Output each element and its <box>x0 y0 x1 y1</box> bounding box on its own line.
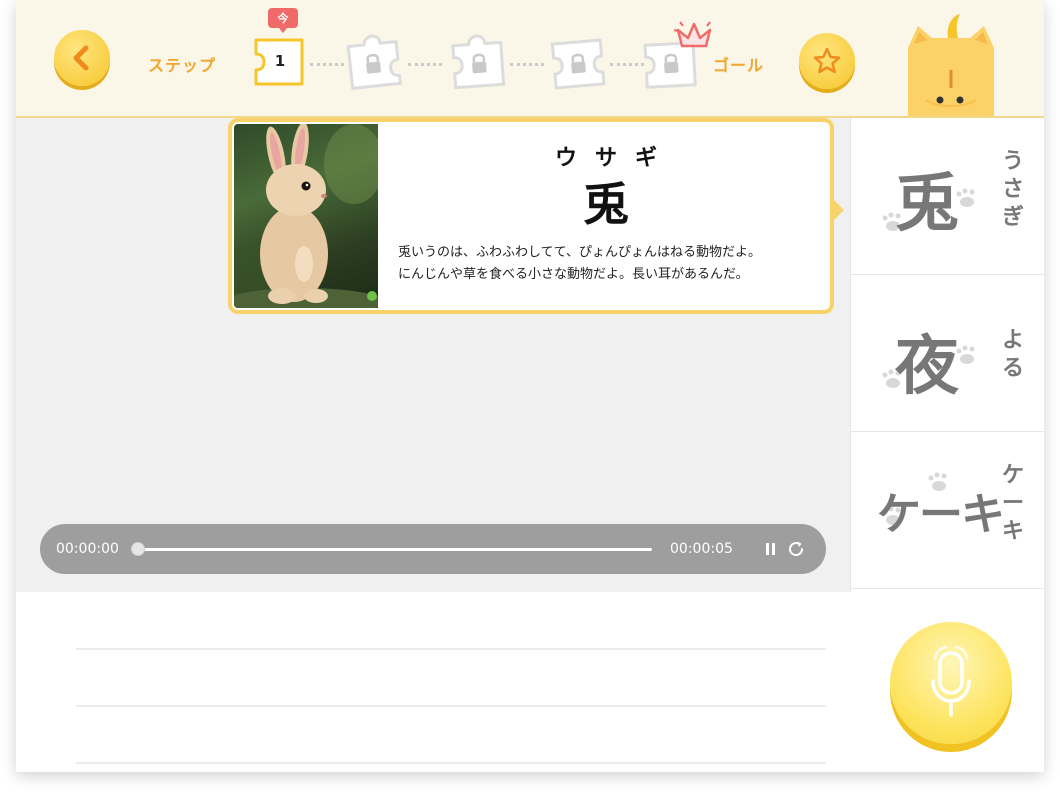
step-piece-locked <box>343 31 405 93</box>
back-button[interactable] <box>54 30 110 86</box>
audio-seek-bar[interactable] <box>131 542 652 556</box>
chevron-left-icon <box>73 45 89 71</box>
pause-icon <box>765 543 769 555</box>
step-label: ステップ <box>148 56 217 75</box>
star-icon <box>813 47 841 74</box>
word-list-item[interactable]: 夜 よる <box>851 275 1044 432</box>
rabbit-image <box>234 124 378 308</box>
word-list-main: 兎 <box>895 167 959 241</box>
total-time: 00:00:05 <box>670 541 733 557</box>
step-connector <box>310 63 344 66</box>
answer-line <box>76 762 826 764</box>
word-list: 兎 うさぎ 夜 よる ケーキ ケーキ <box>850 118 1044 592</box>
microphone-icon <box>931 645 971 717</box>
step-connector <box>610 63 644 66</box>
cat-mascot-icon <box>908 14 994 116</box>
word-list-item[interactable]: ケーキ ケーキ <box>851 432 1044 589</box>
current-step-number: 1 <box>274 52 286 70</box>
word-list-item[interactable]: 兎 うさぎ <box>851 118 1044 275</box>
word-description: 兎いうのは、ふわふわしてて、ぴょんぴょんはねる動物だよ。 にんじんや草を食べる小… <box>398 242 828 286</box>
word-list-kana: よる <box>1001 328 1024 381</box>
microphone-button[interactable] <box>890 622 1012 744</box>
step-piece-locked <box>548 32 609 93</box>
word-list-kana: ケーキ <box>1001 463 1024 544</box>
description-line: 兎いうのは、ふわふわしてて、ぴょんぴょんはねる動物だよ。 <box>398 245 761 260</box>
word-card: ウサギ 兎 兎いうのは、ふわふわしてて、ぴょんぴょんはねる動物だよ。 にんじんや… <box>228 118 844 314</box>
step-connector <box>510 63 544 66</box>
pause-button[interactable] <box>762 540 778 558</box>
step-piece-locked <box>448 32 508 92</box>
word-kanji: 兎 <box>583 177 629 231</box>
replay-icon[interactable] <box>786 539 806 559</box>
word-list-kana: うさぎ <box>1001 149 1024 230</box>
audio-seek-thumb[interactable] <box>131 542 145 556</box>
word-list-main: 夜 <box>895 330 959 404</box>
star-button[interactable] <box>799 33 855 89</box>
description-line: にんじんや草を食べる小さな動物だよ。長い耳があるんだ。 <box>398 267 749 282</box>
current-time: 00:00:00 <box>56 541 119 557</box>
current-step-badge: 今 <box>268 8 298 33</box>
word-list-main: ケーキ <box>877 489 1005 540</box>
answer-area <box>16 592 1044 772</box>
crown-icon <box>673 21 712 48</box>
answer-line <box>76 705 826 707</box>
progress-header: ステップ 今 1 ゴール <box>16 0 1044 118</box>
answer-line <box>76 648 826 650</box>
app-frame: ステップ 今 1 ゴール ウサギ 兎 兎いうのは、ふわふわしてて、ぴょんぴょんは… <box>16 0 1044 772</box>
goal-label: ゴール <box>713 56 765 75</box>
step-connector <box>408 63 442 66</box>
audio-player: 00:00:00 00:00:05 <box>40 524 826 574</box>
